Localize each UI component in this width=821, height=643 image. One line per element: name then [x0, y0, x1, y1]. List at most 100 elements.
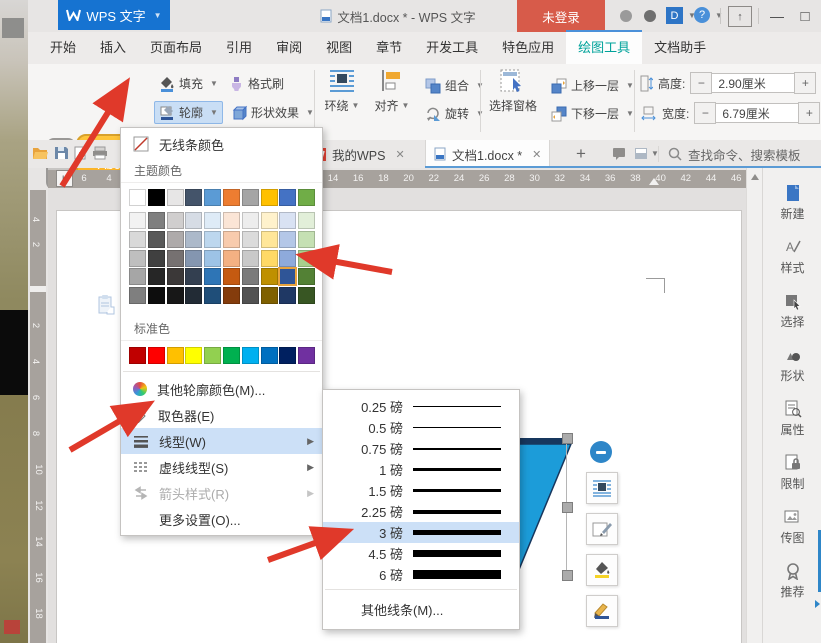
- theme-tint-swatch[interactable]: [204, 212, 221, 229]
- view-mode-button[interactable]: ▼: [634, 147, 659, 160]
- line-weight-item-selected[interactable]: 3 磅: [323, 522, 519, 543]
- fill-button[interactable]: 填充▼: [154, 72, 223, 95]
- menu-tab-开发工具[interactable]: 开发工具: [414, 30, 490, 64]
- selected-color-swatch[interactable]: [279, 268, 296, 285]
- theme-tint-swatch[interactable]: [223, 268, 240, 285]
- sidebar-item-属性[interactable]: 属性: [763, 400, 821, 438]
- theme-tint-swatch[interactable]: [261, 250, 278, 267]
- theme-tint-swatch[interactable]: [261, 212, 278, 229]
- theme-tint-swatch[interactable]: [279, 212, 296, 229]
- standard-color-swatch[interactable]: [298, 347, 315, 364]
- float-outline-color-button[interactable]: [586, 595, 618, 627]
- sidebar-item-限制[interactable]: 限制: [763, 454, 821, 492]
- tab-close-icon[interactable]: ✕: [532, 148, 541, 161]
- theme-tint-swatch[interactable]: [148, 287, 165, 304]
- sidebar-expand-icon[interactable]: [815, 600, 820, 608]
- theme-tint-swatch[interactable]: [279, 231, 296, 248]
- theme-tint-swatch[interactable]: [129, 231, 146, 248]
- standard-color-swatch[interactable]: [167, 347, 184, 364]
- standard-color-swatch[interactable]: [279, 347, 296, 364]
- theme-tint-swatch[interactable]: [204, 231, 221, 248]
- menu-tab-审阅[interactable]: 审阅: [264, 30, 314, 64]
- selection-pane-button[interactable]: 选择窗格: [484, 68, 542, 114]
- sidebar-item-形状[interactable]: 形状: [763, 346, 821, 384]
- tab-document1[interactable]: 文档1.docx * ✕: [425, 140, 550, 168]
- line-weight-item[interactable]: 6 磅: [323, 564, 519, 585]
- menu-tab-开始[interactable]: 开始: [38, 30, 88, 64]
- theme-tint-swatch[interactable]: [185, 287, 202, 304]
- menu-item-more-settings[interactable]: 更多设置(O)...: [121, 506, 322, 532]
- outline-button[interactable]: 轮廓▼: [154, 101, 223, 124]
- menu-item-dash-style[interactable]: 虚线线型(S) ▶: [121, 454, 322, 480]
- collapse-toolbar-button[interactable]: [590, 441, 612, 463]
- theme-tint-swatch[interactable]: [167, 268, 184, 285]
- menu-item-eyedropper[interactable]: 取色器(E): [121, 402, 322, 428]
- theme-tint-swatch[interactable]: [204, 287, 221, 304]
- standard-color-swatch[interactable]: [242, 347, 259, 364]
- sidebar-item-选择[interactable]: 选择: [763, 292, 821, 330]
- wrap-button[interactable]: 环绕▼: [318, 68, 366, 114]
- paste-anchor-icon[interactable]: [98, 294, 115, 318]
- theme-tint-swatch[interactable]: [185, 268, 202, 285]
- rotate-button[interactable]: 旋转▼: [420, 102, 489, 125]
- theme-color-swatch[interactable]: [185, 189, 202, 206]
- theme-tint-swatch[interactable]: [185, 250, 202, 267]
- standard-color-swatch[interactable]: [185, 347, 202, 364]
- theme-tint-swatch[interactable]: [298, 287, 315, 304]
- theme-tint-swatch[interactable]: [148, 231, 165, 248]
- theme-tint-swatch[interactable]: [298, 212, 315, 229]
- theme-tint-swatch[interactable]: [129, 250, 146, 267]
- theme-tint-swatch[interactable]: [261, 231, 278, 248]
- theme-tint-swatch[interactable]: [223, 231, 240, 248]
- theme-tint-swatch[interactable]: [148, 268, 165, 285]
- standard-color-swatch[interactable]: [261, 347, 278, 364]
- menu-item-more-outline-colors[interactable]: 其他轮廓颜色(M)...: [121, 376, 322, 402]
- collapse-ribbon-button[interactable]: ↑: [728, 6, 752, 27]
- sync-status-icon[interactable]: [620, 10, 632, 22]
- save-icon[interactable]: [54, 146, 69, 163]
- export-pdf-icon[interactable]: [74, 146, 88, 163]
- command-search[interactable]: 查找命令、搜索模板: [668, 140, 801, 168]
- menu-tab-插入[interactable]: 插入: [88, 30, 138, 64]
- wps-logo-button[interactable]: WPS 文字 ▼: [58, 0, 170, 30]
- resize-handle-top-right[interactable]: [562, 433, 573, 444]
- theme-tint-swatch[interactable]: [185, 231, 202, 248]
- menu-tab-页面布局[interactable]: 页面布局: [138, 30, 214, 64]
- menu-tab-文档助手[interactable]: 文档助手: [642, 30, 718, 64]
- height-input[interactable]: 2.90厘米: [712, 73, 794, 93]
- theme-tint-swatch[interactable]: [129, 212, 146, 229]
- theme-tint-swatch[interactable]: [185, 212, 202, 229]
- standard-color-swatch[interactable]: [129, 347, 146, 364]
- bring-forward-button[interactable]: 上移一层▼: [546, 74, 639, 97]
- line-weight-item[interactable]: 1.5 磅: [323, 480, 519, 501]
- menu-item-arrow-style[interactable]: 箭头样式(R) ▶: [121, 480, 322, 506]
- theme-tint-swatch[interactable]: [298, 231, 315, 248]
- theme-tint-swatch[interactable]: [167, 212, 184, 229]
- theme-tint-swatch[interactable]: [242, 212, 259, 229]
- resize-handle-right[interactable]: [562, 502, 573, 513]
- theme-tint-swatch[interactable]: [204, 268, 221, 285]
- theme-tint-swatch[interactable]: [204, 250, 221, 267]
- tab-stop-selector[interactable]: L: [56, 170, 73, 187]
- vertical-scrollbar[interactable]: [746, 168, 763, 643]
- minimize-button[interactable]: —: [764, 3, 790, 29]
- theme-tint-swatch[interactable]: [223, 250, 240, 267]
- theme-color-swatch[interactable]: [223, 189, 240, 206]
- sidebar-item-传图[interactable]: 传图: [763, 508, 821, 546]
- theme-tint-swatch[interactable]: [167, 231, 184, 248]
- theme-tint-swatch[interactable]: [261, 287, 278, 304]
- theme-tint-swatch[interactable]: [279, 250, 296, 267]
- settings-icon[interactable]: [644, 10, 656, 22]
- menu-tab-绘图工具[interactable]: 绘图工具: [566, 30, 642, 64]
- theme-color-swatch[interactable]: [298, 189, 315, 206]
- align-button[interactable]: 对齐▼: [368, 68, 416, 114]
- sidebar-item-推荐[interactable]: 推荐: [763, 562, 821, 600]
- group-button[interactable]: 组合▼: [420, 74, 489, 97]
- format-painter-button[interactable]: 格式刷: [224, 72, 289, 95]
- new-tab-button[interactable]: +: [576, 144, 586, 164]
- theme-color-swatch[interactable]: [204, 189, 221, 206]
- theme-tint-swatch[interactable]: [242, 231, 259, 248]
- menu-item-line-style[interactable]: 线型(W) ▶: [121, 428, 322, 454]
- menu-tab-章节[interactable]: 章节: [364, 30, 414, 64]
- send-backward-button[interactable]: 下移一层▼: [546, 102, 639, 125]
